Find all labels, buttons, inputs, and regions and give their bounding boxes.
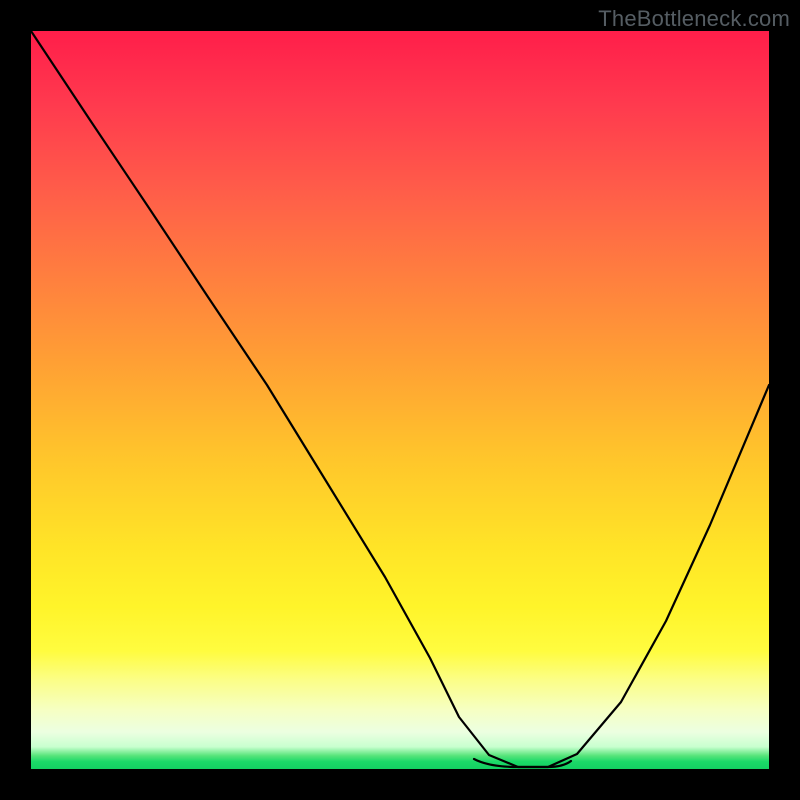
chart-frame: TheBottleneck.com xyxy=(0,0,800,800)
curve-layer xyxy=(31,31,769,769)
bottleneck-curve xyxy=(31,31,769,767)
plot-area xyxy=(31,31,769,769)
attribution-label: TheBottleneck.com xyxy=(598,6,790,32)
